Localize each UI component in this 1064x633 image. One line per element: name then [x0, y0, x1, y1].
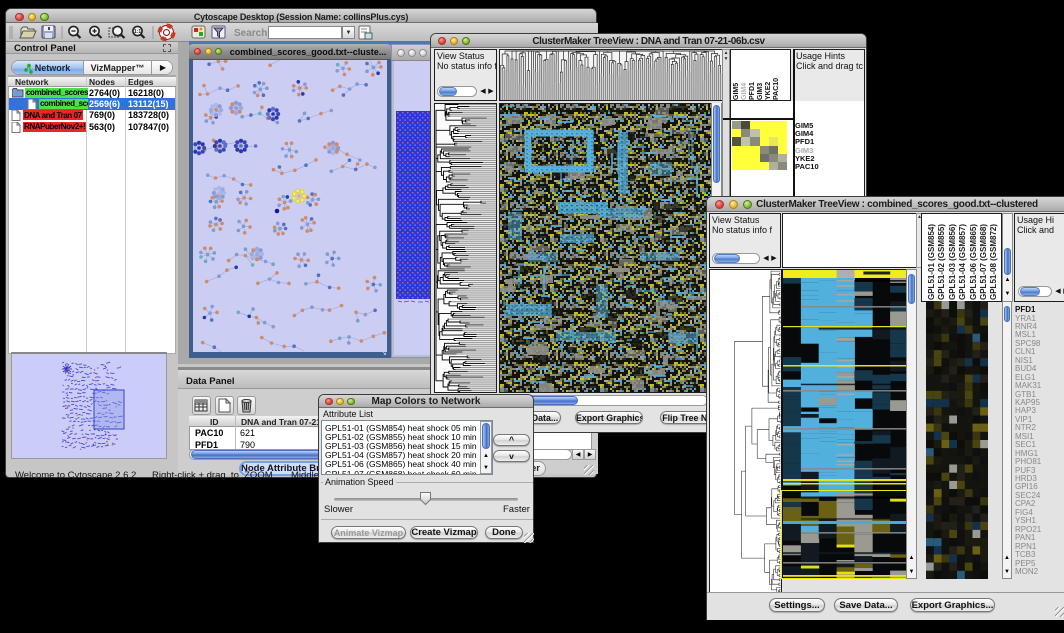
- svg-text:Search:: Search:: [234, 28, 271, 39]
- svg-text:1:1: 1:1: [134, 29, 141, 35]
